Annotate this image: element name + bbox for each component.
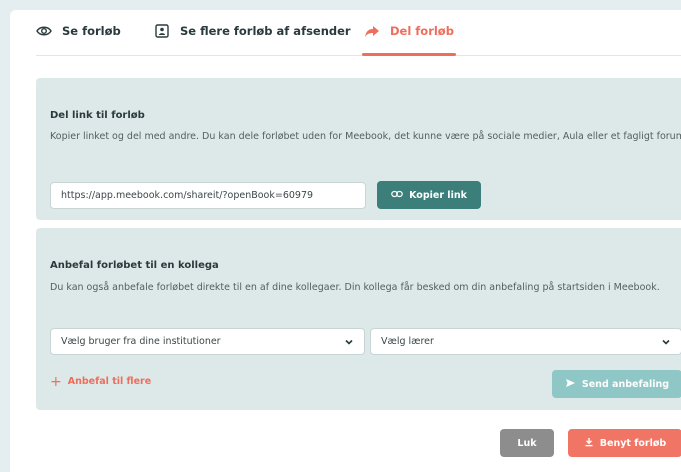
chevron-down-icon [661,337,671,347]
select-teacher-dropdown[interactable]: Vælg lærer [370,328,681,355]
share-arrow-icon [364,24,380,38]
tab-bar: Se forløb Se flere forløb af afsender De… [36,10,681,56]
send-recommendation-label: Send anbefaling [581,378,670,390]
chevron-down-icon [344,337,354,347]
eye-icon [36,24,52,38]
share-link-title: Del link til forløb [50,110,145,121]
share-link-input[interactable]: https://app.meebook.com/shareit/?openBoo… [50,182,366,209]
plus-icon: + [50,373,62,390]
tab-share-course[interactable]: Del forløb [362,24,456,56]
tab-view-course[interactable]: Se forløb [36,24,121,56]
select-user-dropdown[interactable]: Vælg bruger fra dine institutioner [50,328,365,355]
tab-sender-courses-label: Se flere forløb af afsender [180,24,351,38]
send-icon [565,378,576,391]
recommend-title: Anbefal forløbet til en kollega [50,260,219,271]
link-icon [391,190,403,201]
select-teacher-value: Vælg lærer [381,336,434,347]
select-user-value: Vælg bruger fra dine institutioner [61,336,221,347]
add-more-label: Anbefal til flere [67,376,152,387]
use-course-button[interactable]: Benyt forløb [568,429,681,457]
recommend-section: Anbefal forløbet til en kollega Du kan o… [36,228,681,410]
download-icon [584,437,594,450]
share-link-description: Kopier linket og del med andre. Du kan d… [50,131,681,142]
copy-link-button[interactable]: Kopier link [377,181,481,209]
use-course-label: Benyt forløb [599,437,667,449]
send-recommendation-button[interactable]: Send anbefaling [552,370,681,398]
add-more-recipients-link[interactable]: + Anbefal til flere [50,373,152,390]
share-course-dialog: Se forløb Se flere forløb af afsender De… [10,10,681,472]
copy-link-label: Kopier link [409,189,467,201]
close-button[interactable]: Luk [500,429,554,457]
close-button-label: Luk [517,437,537,449]
recommend-description: Du kan også anbefale forløbet direkte ti… [50,282,660,293]
tab-share-course-label: Del forløb [390,24,454,38]
tab-view-course-label: Se forløb [62,24,121,38]
share-link-section: Del link til forløb Kopier linket og del… [36,78,681,220]
share-link-url: https://app.meebook.com/shareit/?openBoo… [61,190,314,201]
user-card-icon [154,24,170,38]
tab-sender-courses[interactable]: Se flere forløb af afsender [154,24,351,56]
